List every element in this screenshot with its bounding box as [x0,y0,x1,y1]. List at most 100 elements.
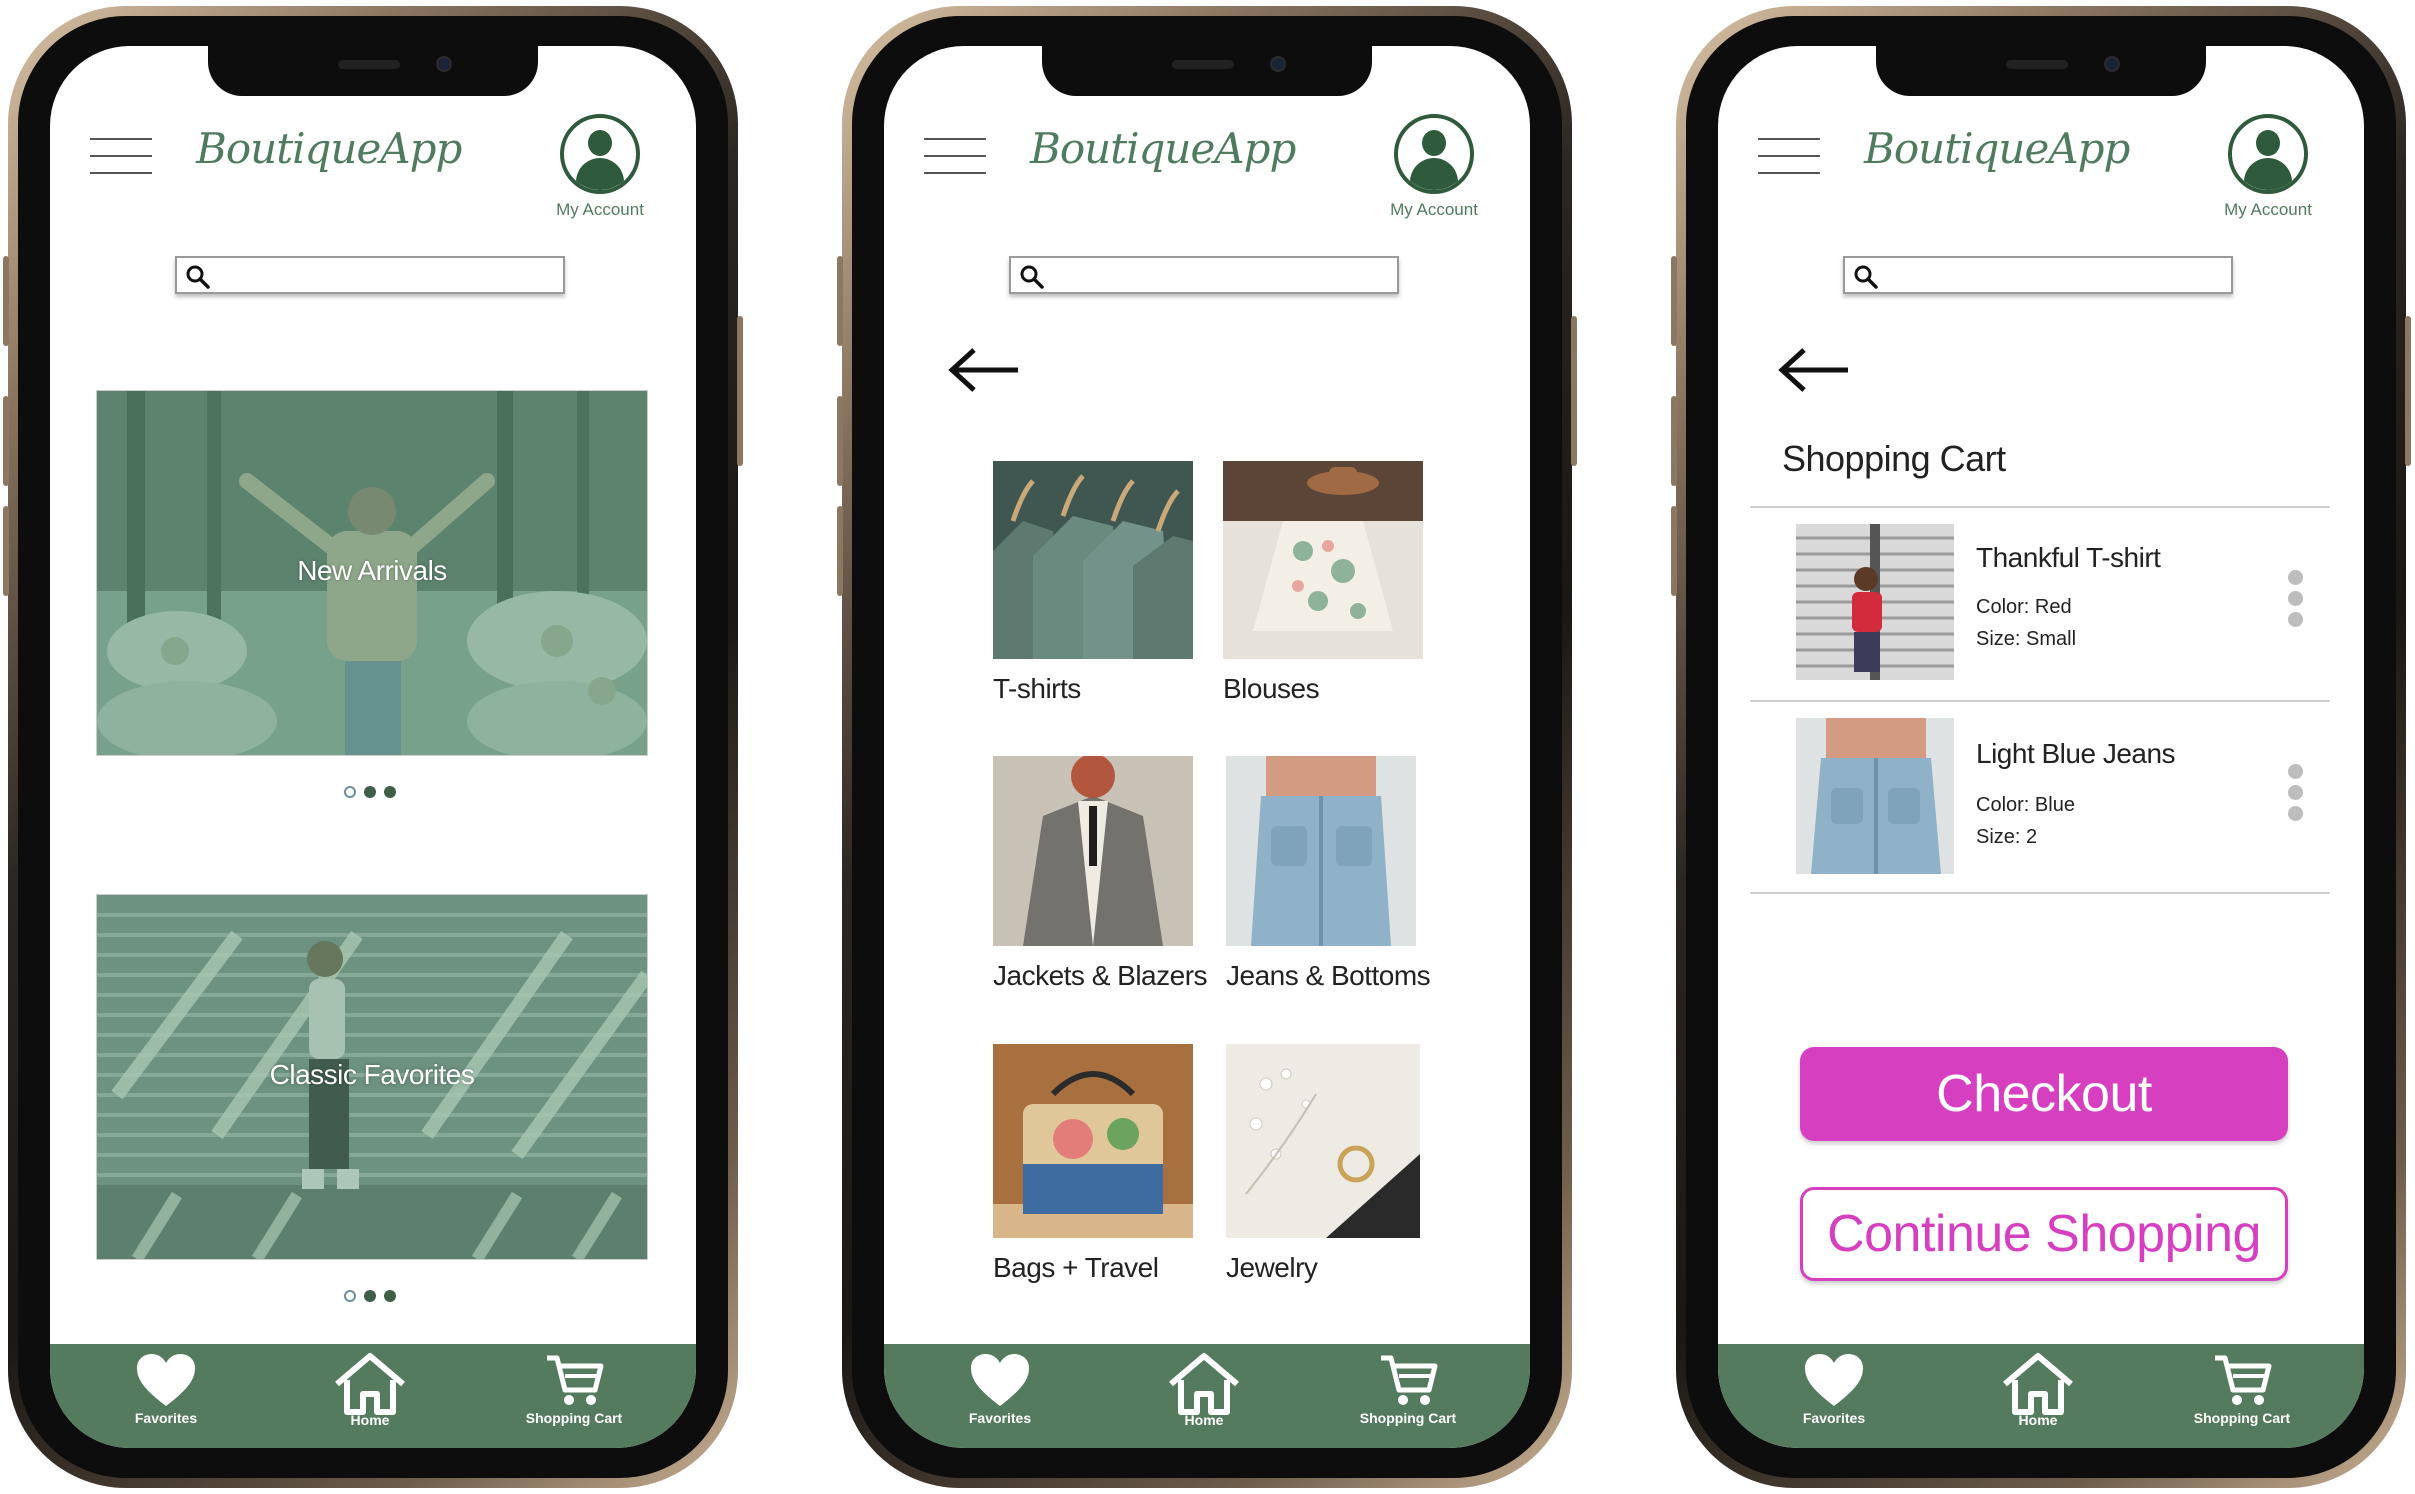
brand-logo: BoutiqueApp [1864,124,2130,173]
carousel-dot[interactable] [384,1290,396,1302]
nav-shopping-cart[interactable]: Shopping Cart [1338,1352,1478,1426]
item-image [1796,524,1954,680]
item-size: Size: 2 [1976,826,2038,848]
cart-item[interactable]: Light Blue Jeans Color: Blue Size: 2 [1750,702,2330,892]
notch [208,46,538,96]
notch [1876,46,2206,96]
phone-categories: BoutiqueApp My Account T-shirts Blouses … [837,6,1577,1488]
category-image [1226,756,1416,946]
cart-item[interactable]: Thankful T-shirt Color: Red Size: Small [1750,508,2330,698]
nav-home[interactable]: Home [1134,1352,1274,1428]
item-name: Light Blue Jeans [1976,738,2176,769]
carousel-dot[interactable] [344,1290,356,1302]
nav-shopping-cart[interactable]: Shopping Cart [2172,1352,2312,1426]
nav-label: Shopping Cart [1359,1410,1457,1426]
my-account-button[interactable]: My Account [2218,114,2318,220]
search-input[interactable] [1843,256,2233,294]
category-label: Jewelry [1226,1252,1318,1283]
category-image [1223,461,1423,659]
category-jackets-blazers[interactable]: Jackets & Blazers [993,756,1208,992]
menu-icon[interactable] [924,138,986,174]
nav-shopping-cart[interactable]: Shopping Cart [504,1352,644,1426]
nav-label: Home [2018,1412,2058,1428]
nav-favorites[interactable]: Favorites [930,1352,1070,1426]
nav-label: Favorites [968,1410,1032,1426]
search-icon [1020,265,1044,289]
notch [1042,46,1372,96]
carousel-dot[interactable] [384,786,396,798]
nav-home[interactable]: Home [300,1352,440,1428]
category-jeans-bottoms[interactable]: Jeans & Bottoms [1226,756,1431,992]
bottom-nav: Favorites Home Shopping Cart [1718,1344,2364,1448]
heart-icon [137,1354,195,1406]
back-arrow-icon[interactable] [1776,346,1850,394]
home-icon [335,1353,405,1415]
menu-icon[interactable] [90,138,152,174]
cart-icon [2215,1355,2272,1405]
nav-label: Shopping Cart [525,1410,623,1426]
page-title: Shopping Cart [1782,438,2006,479]
divider [1750,892,2330,894]
nav-label: Favorites [1802,1410,1866,1426]
home-screen: BoutiqueApp My Account New Arrivals Clas… [50,46,696,1448]
category-tshirts[interactable]: T-shirts [993,461,1193,705]
phone-cart: BoutiqueApp My Account Shopping Cart Tha… [1671,6,2411,1488]
more-vertical-icon[interactable] [2288,570,2304,632]
nav-home[interactable]: Home [1968,1352,2108,1428]
account-icon [2228,114,2308,194]
category-image [993,1044,1193,1238]
nav-favorites[interactable]: Favorites [96,1352,236,1426]
category-label: Blouses [1223,673,1320,704]
carousel-dot[interactable] [364,1290,376,1302]
brand-logo: BoutiqueApp [1030,124,1296,173]
category-label: Jeans & Bottoms [1226,960,1431,991]
category-label: T-shirts [993,673,1081,704]
account-label: My Account [1390,200,1478,219]
item-name: Thankful T-shirt [1976,542,2161,573]
item-size: Size: Small [1976,628,2077,650]
heart-icon [1805,1354,1863,1406]
account-icon [1394,114,1474,194]
carousel-dot[interactable] [364,786,376,798]
phone-home: BoutiqueApp My Account New Arrivals Clas… [3,6,743,1488]
continue-shopping-button[interactable]: Continue Shopping [1800,1187,2288,1281]
banner-classic-favorites[interactable]: Classic Favorites [96,894,648,1260]
carousel-indicator[interactable] [344,786,404,800]
carousel-indicator[interactable] [344,1290,404,1304]
nav-favorites[interactable]: Favorites [1764,1352,1904,1426]
menu-icon[interactable] [1758,138,1820,174]
account-label: My Account [2224,200,2312,219]
category-blouses[interactable]: Blouses [1223,461,1423,705]
my-account-button[interactable]: My Account [1384,114,1484,220]
back-arrow-icon[interactable] [946,346,1020,394]
account-label: My Account [556,200,644,219]
category-jewelry[interactable]: Jewelry [1226,1044,1426,1284]
search-icon [1854,265,1878,289]
cart-screen: BoutiqueApp My Account Shopping Cart Tha… [1718,46,2364,1448]
brand-logo: BoutiqueApp [196,124,462,173]
home-icon [2003,1353,2073,1415]
category-image [993,756,1193,946]
item-image [1796,718,1954,874]
categories-screen: BoutiqueApp My Account T-shirts Blouses … [884,46,1530,1448]
nav-label: Home [350,1412,390,1428]
search-input[interactable] [175,256,565,294]
category-bags-travel[interactable]: Bags + Travel [993,1044,1193,1284]
cart-icon [547,1355,604,1405]
checkout-button[interactable]: Checkout [1800,1047,2288,1141]
heart-icon [971,1354,1029,1406]
search-icon [186,265,210,289]
nav-label: Favorites [134,1410,198,1426]
item-color: Color: Blue [1976,794,2075,816]
banner-caption: New Arrivals [297,555,447,586]
banner-new-arrivals[interactable]: New Arrivals [96,390,648,756]
my-account-button[interactable]: My Account [550,114,650,220]
category-label: Bags + Travel [993,1252,1159,1283]
category-label: Jackets & Blazers [993,960,1208,991]
more-vertical-icon[interactable] [2288,764,2304,826]
category-image [1226,1044,1420,1238]
search-input[interactable] [1009,256,1399,294]
nav-label: Home [1184,1412,1224,1428]
carousel-dot[interactable] [344,786,356,798]
account-icon [560,114,640,194]
